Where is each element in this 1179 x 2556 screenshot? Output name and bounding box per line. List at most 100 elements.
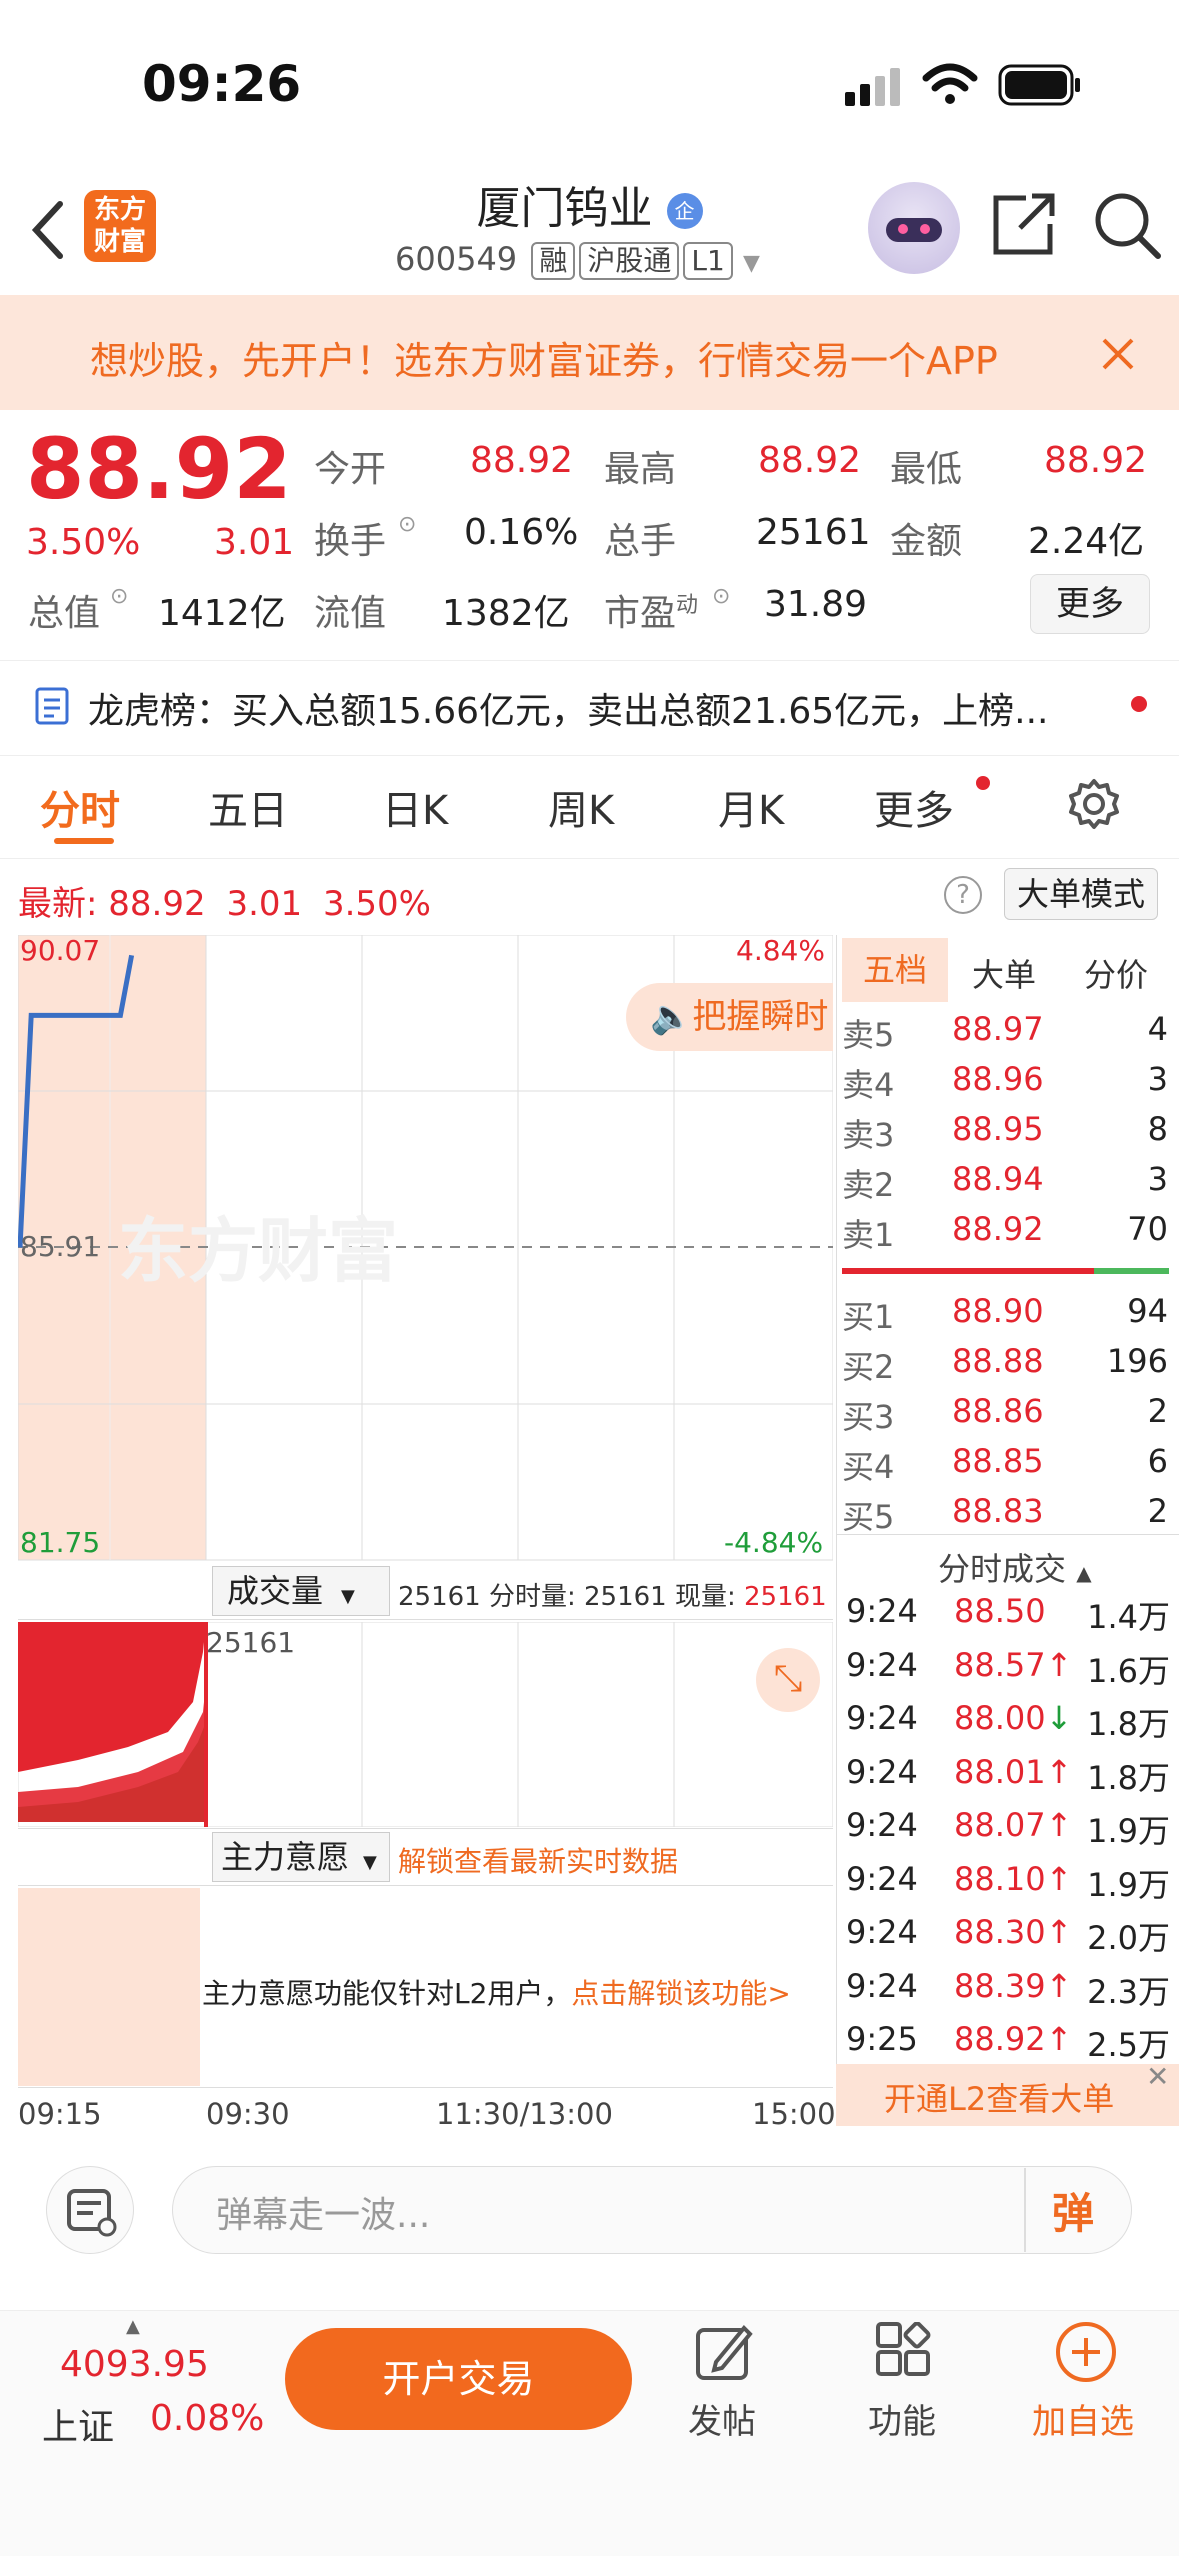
buy-level-volume: 6 (1147, 1442, 1168, 1480)
trade-price: 88.50 (954, 1592, 1046, 1630)
index-pct: 0.08% (150, 2398, 265, 2439)
time-label-0930: 09:30 (206, 2097, 290, 2131)
turnover-label: 换手 (314, 521, 387, 562)
tab-more-dot (976, 776, 990, 790)
tab-intraday[interactable]: 分时 (40, 778, 120, 836)
caret-icon: ▼ (341, 1586, 355, 1607)
sell-level-volume: 3 (1147, 1060, 1168, 1098)
buy-level-label: 买4 (842, 1448, 895, 1486)
intent-premarket-shade (18, 1888, 200, 2086)
trades-header[interactable]: 分时成交 ▲ (938, 1544, 1092, 1590)
buy-level-label: 买2 (842, 1348, 895, 1386)
tab-five-level[interactable]: 五档 (842, 938, 948, 1002)
intent-unlock[interactable]: 解锁查看最新实时数据 (398, 1840, 678, 1880)
post-icon[interactable] (694, 2322, 754, 2382)
battery-icon (998, 64, 1080, 106)
latest-pct: 3.50% (322, 884, 431, 924)
time-label-close: 15:00 (752, 2097, 836, 2131)
buy-level-label: 买3 (842, 1398, 895, 1436)
add-watchlist-label[interactable]: 加自选 (1032, 2394, 1134, 2443)
danmu-placeholder: 弹幕走一波... (216, 2195, 431, 2236)
pct-bottom-label: -4.84% (724, 1526, 824, 1559)
tip-text: 把握瞬时 (692, 997, 829, 1037)
tab-weekly-k[interactable]: 周K (548, 778, 614, 836)
trade-divider (836, 1534, 1179, 1535)
buy-level-price: 88.88 (952, 1342, 1044, 1380)
pe-dynamic: 动 (676, 593, 699, 618)
market-cap-info-icon[interactable]: ⊙ (110, 584, 128, 609)
intent-selector-label: 主力意愿 (221, 1838, 350, 1876)
intent-unlock-link[interactable]: 点击解锁该功能> (571, 1977, 790, 2010)
speaker-icon: 🔈 (650, 997, 693, 1037)
robot-avatar[interactable] (868, 182, 960, 274)
function-icon[interactable] (874, 2322, 934, 2382)
volume-info-text: 25161 分时量: 25161 现量: (398, 1582, 736, 1612)
expand-icon[interactable]: ⤡ (756, 1648, 820, 1712)
function-label[interactable]: 功能 (868, 2394, 936, 2443)
news-dot (1131, 696, 1147, 712)
tab-indicator (54, 838, 114, 844)
trade-time: 9:24 (846, 1645, 918, 1684)
add-watchlist-icon[interactable] (1054, 2320, 1118, 2384)
comment-list-icon[interactable] (46, 2166, 134, 2254)
tab-five-day[interactable]: 五日 (208, 778, 288, 836)
status-bar: 09:26 (0, 0, 1179, 160)
l2-close-icon[interactable]: ✕ (1146, 2060, 1169, 2093)
turnover-info-icon[interactable]: ⊙ (398, 512, 416, 537)
trade-time: 9:25 (846, 2020, 918, 2058)
volume-selector[interactable]: 成交量 ▼ (212, 1566, 390, 1616)
close-icon[interactable] (1100, 336, 1136, 372)
pe-label-text: 市盈 (604, 593, 677, 634)
help-icon[interactable]: ? (944, 876, 982, 914)
latest-change: 3.01 (226, 884, 303, 924)
latest-line: 最新: 88.92 3.01 3.50% (18, 876, 431, 925)
change-amount: 3.01 (214, 522, 295, 563)
pe-value: 31.89 (764, 584, 868, 625)
tab-price-dist[interactable]: 分价 (1084, 950, 1148, 996)
search-icon[interactable] (1092, 190, 1164, 262)
intent-selector[interactable]: 主力意愿 ▼ (212, 1832, 390, 1882)
tab-monthly-k[interactable]: 月K (718, 778, 784, 836)
tip-bubble[interactable]: 🔈把握瞬时 (626, 983, 833, 1051)
buy-sell-bar-green (1094, 1268, 1169, 1274)
sell-level-label: 卖4 (842, 1066, 895, 1104)
tab-more[interactable]: 更多 (874, 778, 954, 836)
caret-up-icon: ▲ (1076, 1561, 1092, 1585)
tab-daily-k[interactable]: 日K (382, 778, 448, 836)
trade-volume: 1.8万 (1087, 1705, 1170, 1743)
trades-header-label: 分时成交 (938, 1550, 1067, 1588)
trade-volume: 2.0万 (1087, 1919, 1170, 1957)
big-order-mode-button[interactable]: 大单模式 (1004, 868, 1158, 920)
volume-value: 25161 (756, 512, 871, 553)
open-label: 今开 (314, 449, 387, 490)
y-top-label: 90.07 (20, 934, 101, 967)
tag-margin: 融 (531, 242, 576, 280)
y-mid-label: 85.91 (20, 1230, 101, 1263)
danmu-toggle-icon[interactable]: 弹 (1052, 2180, 1094, 2241)
pe-info-icon[interactable]: ⊙ (712, 584, 730, 609)
buy-level-price: 88.85 (952, 1442, 1044, 1480)
sell-level-price: 88.97 (952, 1010, 1044, 1048)
latest-label: 最新: (18, 884, 98, 924)
trade-volume: 1.8万 (1087, 1758, 1170, 1797)
settings-icon[interactable] (1068, 778, 1120, 830)
trade-time: 9:24 (846, 1966, 918, 2005)
stock-code: 600549 (395, 240, 518, 278)
time-label-open: 09:15 (18, 2097, 102, 2131)
share-icon[interactable] (992, 192, 1058, 258)
low-value: 88.92 (1044, 440, 1148, 481)
sell-level-price: 88.92 (952, 1210, 1044, 1248)
sell-level-label: 卖2 (842, 1166, 895, 1204)
trade-time: 9:24 (846, 1806, 918, 1844)
post-label[interactable]: 发帖 (688, 2394, 756, 2443)
stock-code-row[interactable]: 600549 融沪股通 L1 ▼ (395, 240, 760, 280)
more-button[interactable]: 更多 (1030, 574, 1150, 634)
index-value[interactable]: 4093.95 (60, 2344, 209, 2385)
signal-icon (845, 68, 900, 106)
buy-level-label: 买1 (842, 1298, 895, 1336)
open-account-button[interactable]: 开户交易 (285, 2328, 632, 2430)
sell-level-price: 88.94 (952, 1160, 1044, 1198)
trade-volume: 1.9万 (1087, 1812, 1170, 1850)
tab-big-order[interactable]: 大单 (972, 950, 1036, 996)
amount-label: 金额 (890, 521, 963, 562)
